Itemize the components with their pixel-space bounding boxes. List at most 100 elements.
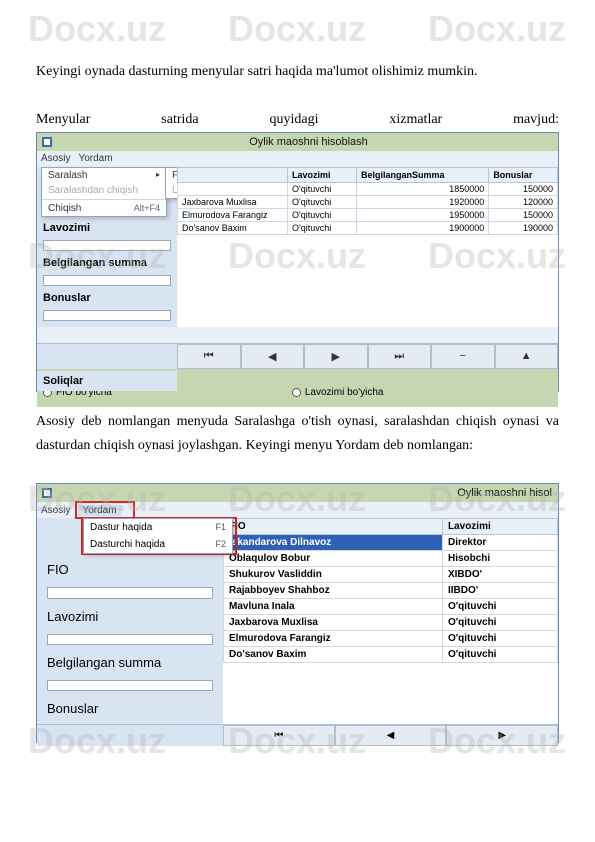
cell-lavozimi: Hisobchi xyxy=(442,551,557,567)
nav-next-button[interactable]: ▶ xyxy=(446,725,558,746)
radio-lavozimi[interactable]: Lavozimi bo'yicha xyxy=(292,387,384,398)
chevron-right-icon: ▸ xyxy=(156,170,160,179)
nav-last-button[interactable]: ⏭ xyxy=(368,344,432,369)
menu-item-label: Dasturchi haqida xyxy=(90,539,165,550)
table-row[interactable]: Iskandarova Dilnavoz Direktor xyxy=(224,535,558,551)
intro-paragraph: Keyingi oynada dasturning menyular satri… xyxy=(36,60,559,84)
menu-item-label: Saralash xyxy=(48,170,87,181)
word: xizmatlar xyxy=(389,112,442,128)
app-icon xyxy=(41,487,53,499)
nav-minus-button[interactable]: − xyxy=(431,344,495,369)
table-row[interactable]: Do'sanov Baxim O'qituvchi 1900000 190000 xyxy=(178,221,558,234)
nav-next-button[interactable]: ▶ xyxy=(304,344,368,369)
word: mavjud: xyxy=(513,112,559,128)
label-bonuslar: Bonuslar xyxy=(47,701,213,716)
cell-fio: Mavluna Inala xyxy=(224,599,443,615)
label-soliqlar: Soliqlar xyxy=(37,371,177,391)
window-titlebar: Oylik maoshni hisol xyxy=(37,484,558,502)
table-row[interactable]: Elmurodova Farangiz O'qituvchi 1950000 1… xyxy=(178,208,558,221)
menu-separator xyxy=(42,199,166,200)
radio-icon xyxy=(292,388,301,397)
cell-fio: Jaxbarova Muxlisa xyxy=(178,195,288,208)
asosiy-dropdown: Saralash ▸ Saralashdan chiqish Chiqish A… xyxy=(41,167,167,217)
table-row[interactable]: Oblaqulov Bobur Hisobchi xyxy=(224,551,558,567)
col-lavozimi: Lavozimi xyxy=(442,519,557,535)
cell-summa: 1920000 xyxy=(356,195,488,208)
cell-lavozimi: O'qituvchi xyxy=(288,182,357,195)
cell-fio: Jaxbarova Muxlisa xyxy=(224,615,443,631)
input-lavozimi[interactable] xyxy=(47,634,213,645)
input-fio[interactable] xyxy=(47,587,213,598)
word: satrida xyxy=(161,112,198,128)
cell-lavozimi: O'qituvchi xyxy=(442,647,557,663)
window-title: Oylik maoshni hisol xyxy=(59,487,558,499)
menu-yordam[interactable]: Yordam xyxy=(78,153,112,164)
window-titlebar: Oylik maoshni hisoblash xyxy=(37,133,558,151)
cell-fio: Rajabboyev Shahboz xyxy=(224,583,443,599)
cell-fio: Oblaqulov Bobur xyxy=(224,551,443,567)
menu-item-saralashdan-chiqish[interactable]: Saralashdan chiqish xyxy=(42,183,166,198)
cell-lavozimi: O'qituvchi xyxy=(288,195,357,208)
table-row[interactable]: O'qituvchi 1850000 150000 xyxy=(178,182,558,195)
nav-plus-button[interactable]: ▲ xyxy=(495,344,559,369)
cell-bonus: 190000 xyxy=(489,221,558,234)
input-belgilangan-summa[interactable] xyxy=(47,680,213,691)
app-icon xyxy=(41,136,53,148)
cell-lavozimi: O'qituvchi xyxy=(442,599,557,615)
cell-lavozimi: IIBDO' xyxy=(442,583,557,599)
table-row[interactable]: Mavluna Inala O'qituvchi xyxy=(224,599,558,615)
cell-summa: 1900000 xyxy=(356,221,488,234)
shortcut-label: Alt+F4 xyxy=(134,203,160,213)
nav-prev-button[interactable]: ◀ xyxy=(241,344,305,369)
menu-asosiy[interactable]: Asosiy xyxy=(41,153,70,164)
cell-fio: Elmurodova Farangiz xyxy=(224,631,443,647)
menu-yordam[interactable]: Yordam xyxy=(78,505,120,516)
input-lavozimi[interactable] xyxy=(43,240,171,251)
nav-prev-button[interactable]: ◀ xyxy=(335,725,447,746)
col-fio: FIO xyxy=(224,519,443,535)
table-header-row: FIO Lavozimi xyxy=(224,519,558,535)
paragraph-2: Asosiy deb nomlangan menyuda Saralashga … xyxy=(36,410,559,458)
col-lavozimi: Lavozimi xyxy=(288,167,357,182)
table-row[interactable]: Elmurodova Farangiz O'qituvchi xyxy=(224,631,558,647)
table-row[interactable]: Shukurov Vasliddin XIBDO' xyxy=(224,567,558,583)
record-navigator: ⏮ ◀ ▶ ⏭ − ▲ xyxy=(37,343,558,369)
menu-item-dasturchi-haqida[interactable]: Dasturchi haqida F2 xyxy=(84,536,232,553)
input-bonuslar[interactable] xyxy=(43,310,171,321)
table-row[interactable]: Jaxbarova Muxlisa O'qituvchi 1920000 120… xyxy=(178,195,558,208)
cell-fio: Do'sanov Baxim xyxy=(178,221,288,234)
cell-bonus: 150000 xyxy=(489,208,558,221)
menu-item-dastur-haqida[interactable]: Dastur haqida F1 xyxy=(84,519,232,536)
record-navigator: ⏮ ◀ ▶ xyxy=(37,724,558,746)
menu-asosiy[interactable]: Asosiy xyxy=(41,505,70,516)
word: quyidagi xyxy=(269,112,318,128)
cell-fio: Do'sanov Baxim xyxy=(224,647,443,663)
menu-item-saralash[interactable]: Saralash ▸ xyxy=(42,168,166,183)
data-grid: FIO Lavozimi Iskandarova Dilnavoz Direkt… xyxy=(223,518,558,724)
yordam-dropdown: Dastur haqida F1 Dasturchi haqida F2 xyxy=(83,518,233,554)
data-grid: Lavozimi BelgilanganSumma Bonuslar O'qit… xyxy=(177,167,558,327)
cell-lavozimi: XIBDO' xyxy=(442,567,557,583)
cell-bonus: 150000 xyxy=(489,182,558,195)
menubar: Asosiy Yordam xyxy=(37,502,558,518)
input-belgilangan-summa[interactable] xyxy=(43,275,171,286)
nav-first-button[interactable]: ⏮ xyxy=(177,344,241,369)
shortcut-label: F1 xyxy=(215,522,226,533)
cell-summa: 1850000 xyxy=(356,182,488,195)
table-header-row: Lavozimi BelgilanganSumma Bonuslar xyxy=(178,167,558,182)
cell-summa: 1950000 xyxy=(356,208,488,221)
menubar: Asosiy Yordam xyxy=(37,151,558,167)
table-row[interactable]: Do'sanov Baxim O'qituvchi xyxy=(224,647,558,663)
label-fio: FIO xyxy=(47,562,213,577)
table-row[interactable]: Rajabboyev Shahboz IIBDO' xyxy=(224,583,558,599)
menu-item-chiqish[interactable]: Chiqish Alt+F4 xyxy=(42,201,166,216)
menu-item-label: Chiqish xyxy=(48,203,81,214)
word: Menyular xyxy=(36,112,90,128)
menu-item-label: Dastur haqida xyxy=(90,522,152,533)
cell-bonus: 120000 xyxy=(489,195,558,208)
cell-lavozimi: O'qituvchi xyxy=(288,221,357,234)
shortcut-label: F2 xyxy=(215,539,226,550)
cell-fio: Iskandarova Dilnavoz xyxy=(224,535,443,551)
nav-first-button[interactable]: ⏮ xyxy=(223,725,335,746)
table-row[interactable]: Jaxbarova Muxlisa O'qituvchi xyxy=(224,615,558,631)
